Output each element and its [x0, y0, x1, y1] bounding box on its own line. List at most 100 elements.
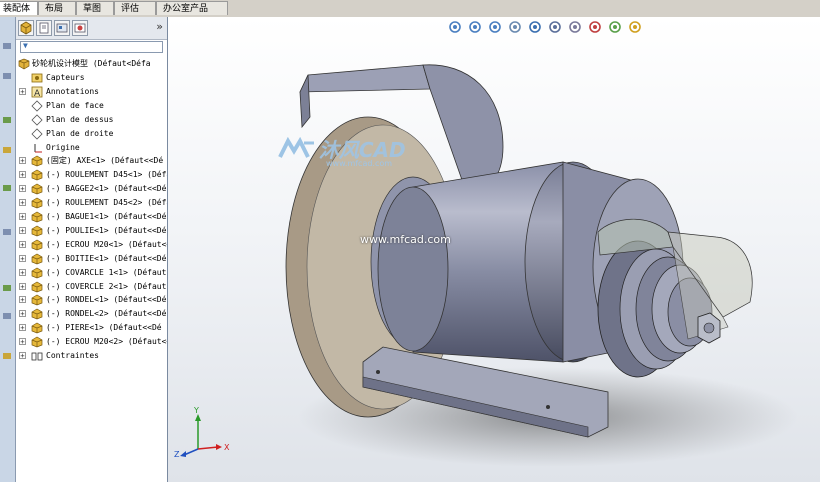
strip-marker-icon: [3, 313, 11, 319]
expand-toggle-icon[interactable]: +: [19, 268, 26, 276]
expand-toggle-icon[interactable]: +: [19, 171, 26, 179]
feature-filter-input[interactable]: ▼: [20, 41, 163, 53]
tree-item-label: (-) RONDEL<2> (Défaut<<Dé: [46, 309, 167, 319]
tree-item-label: (-) PIERE<1> (Défaut<<Dé: [46, 323, 162, 333]
tree-item[interactable]: + (-) ROULEMENT D45<2> (Défa: [16, 196, 167, 210]
tree-item[interactable]: + (-) RONDEL<1> (Défaut<<Dé: [16, 293, 167, 307]
tree-item[interactable]: + (-) RONDEL<2> (Défaut<<Dé: [16, 307, 167, 321]
tab-layout[interactable]: 布局: [38, 1, 76, 15]
expand-toggle-icon[interactable]: +: [19, 338, 26, 346]
tree-item[interactable]: + (-) BAGGE2<1> (Défaut<<Dé: [16, 182, 167, 196]
tree-item[interactable]: + (-) ROULEMENT D45<1> (Défa: [16, 168, 167, 182]
tree-item-label: (-) ROULEMENT D45<1> (Défa: [46, 170, 168, 180]
tree-item-label: Capteurs: [46, 73, 85, 82]
expand-toggle-icon[interactable]: +: [19, 185, 26, 193]
panel-tabs: »: [16, 17, 167, 40]
strip-marker-icon: [3, 43, 11, 49]
expand-toggle-icon[interactable]: +: [19, 310, 26, 318]
part-icon: [31, 336, 43, 348]
tree-item[interactable]: Plan de dessus: [16, 113, 167, 127]
tree-root-label: 砂轮机设计模型 (Défaut<Défa: [32, 59, 151, 68]
tree-item-label: (-) ECROU M20<2> (Défaut<<: [46, 337, 168, 347]
expand-toggle-icon[interactable]: +: [19, 296, 26, 304]
tree-item[interactable]: Capteurs: [16, 71, 167, 85]
tree-item-label: Annotations: [46, 86, 99, 96]
watermark-logo: 沐风CAD www.mfcad.com: [278, 134, 406, 168]
coordinate-triad: Y X Z: [174, 406, 230, 459]
tree-item[interactable]: Plan de droite: [16, 127, 167, 141]
property-manager-tab-icon[interactable]: [36, 20, 52, 36]
expand-toggle-icon[interactable]: +: [19, 282, 26, 290]
assembly-icon: [18, 58, 30, 70]
plane-icon: [31, 114, 43, 126]
tree-root[interactable]: 砂轮机设计模型 (Défaut<Défa: [16, 57, 167, 71]
expand-toggle-icon[interactable]: +: [19, 87, 26, 95]
tab-assembly[interactable]: 装配体: [0, 1, 38, 15]
expand-toggle-icon[interactable]: +: [19, 199, 26, 207]
filter-icon: ▼: [23, 41, 28, 50]
part-icon: [31, 294, 43, 306]
tree-item[interactable]: + A Annotations: [16, 85, 167, 99]
expand-toggle-icon[interactable]: +: [19, 157, 26, 165]
part-icon: [31, 253, 43, 265]
graphics-viewport[interactable]: Y X Z 沐风CAD www.mfcad.com www.mfcad.com: [168, 17, 820, 482]
part-icon: [31, 169, 43, 181]
origin-icon: [31, 142, 43, 154]
strip-marker-icon: [3, 147, 11, 153]
watermark-url: www.mfcad.com: [360, 233, 451, 246]
expand-toggle-icon[interactable]: +: [19, 254, 26, 262]
tree-item-label: (-) COVERCLE 2<1> (Défaut: [46, 281, 167, 291]
tab-evaluate[interactable]: 评估: [114, 1, 156, 15]
tree-item[interactable]: + (-) COVERCLE 2<1> (Défaut: [16, 280, 167, 294]
tree-item[interactable]: Origine: [16, 141, 167, 155]
display-manager-tab-icon[interactable]: [72, 20, 88, 36]
shaft-end: [703, 322, 715, 334]
tree-item-label: (固定) AXE<1> (Défaut<<Dé: [46, 156, 164, 166]
tab-sketch[interactable]: 草图: [76, 1, 114, 15]
part-icon: [31, 267, 43, 279]
strip-marker-icon: [3, 285, 11, 291]
expand-toggle-icon[interactable]: +: [19, 352, 26, 360]
tree-item[interactable]: + (-) ECROU M20<1> (Défaut<<: [16, 238, 167, 252]
tree-item[interactable]: Plan de face: [16, 99, 167, 113]
tree-item-label: Plan de face: [46, 100, 104, 110]
strip-marker-icon: [3, 185, 11, 191]
strip-marker-icon: [3, 117, 11, 123]
feature-manager-tab-icon[interactable]: [18, 20, 34, 36]
strip-marker-icon: [3, 353, 11, 359]
command-manager-tabs: 装配体 布局 草图 评估 办公室产品: [0, 0, 820, 18]
tree-item-label: Origine: [46, 142, 80, 152]
tree-item-label: (-) BOITIE<1> (Défaut<<Dé: [46, 253, 167, 263]
tree-item[interactable]: + (固定) AXE<1> (Défaut<<Dé: [16, 154, 167, 168]
sensor-icon: [31, 72, 43, 84]
configuration-manager-tab-icon[interactable]: [54, 20, 70, 36]
bolt-hole-icon: [376, 370, 380, 374]
expand-toggle-icon[interactable]: +: [19, 240, 26, 248]
tree-item[interactable]: + (-) COVARCLE 1<1> (Défaut: [16, 266, 167, 280]
tree-item-label: (-) BAGUE1<1> (Défaut<<Dé: [46, 212, 167, 221]
plane-icon: [31, 100, 43, 112]
watermark-site: www.mfcad.com: [326, 159, 393, 168]
panel-collapse-button[interactable]: »: [156, 20, 163, 33]
plane-icon: [31, 128, 43, 140]
tab-office-products[interactable]: 办公室产品: [156, 1, 228, 15]
tree-item-label: Contraintes: [46, 351, 99, 360]
strip-marker-icon: [3, 73, 11, 79]
tree-item[interactable]: + (-) BAGUE1<1> (Défaut<<Dé: [16, 210, 167, 224]
tree-item[interactable]: + (-) ECROU M20<2> (Défaut<<: [16, 335, 167, 349]
tree-item-label: Plan de droite: [46, 128, 114, 138]
part-icon: [31, 225, 43, 237]
expand-toggle-icon[interactable]: +: [19, 324, 26, 332]
bolt-hole-icon: [546, 405, 550, 409]
part-icon: [31, 322, 43, 334]
tree-item[interactable]: + (-) PIERE<1> (Défaut<<Dé: [16, 321, 167, 335]
expand-toggle-icon[interactable]: +: [19, 226, 26, 234]
rear-guard-edge: [299, 74, 311, 129]
tree-item[interactable]: + (-) BOITIE<1> (Défaut<<Dé: [16, 252, 167, 266]
triad-z-label: Z: [174, 450, 180, 459]
tree-item[interactable]: + Contraintes: [16, 349, 167, 363]
tree-item-label: (-) BAGGE2<1> (Défaut<<Dé: [46, 184, 167, 194]
task-strip: [0, 17, 16, 482]
expand-toggle-icon[interactable]: +: [19, 213, 26, 221]
tree-item[interactable]: + (-) POULIE<1> (Défaut<<Dé: [16, 224, 167, 238]
